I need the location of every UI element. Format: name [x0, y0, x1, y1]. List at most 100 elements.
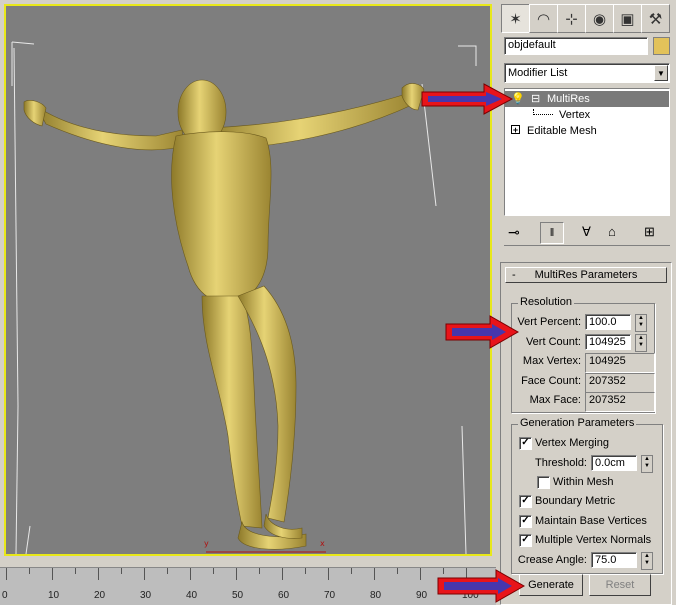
callout-arrow-resolution — [445, 315, 520, 349]
ruler-label: 20 — [94, 590, 106, 601]
time-ruler[interactable]: 0 10 20 30 40 50 60 70 80 90 100 — [0, 567, 496, 605]
modifier-list-label: Modifier List — [508, 67, 568, 79]
ruler-tick — [236, 568, 237, 580]
ruler-tick — [259, 568, 260, 574]
ruler-label: 90 — [416, 590, 428, 601]
within-mesh-checkbox[interactable] — [537, 476, 550, 489]
axis-y-label: y — [204, 539, 209, 548]
threshold-input[interactable]: 0.0cm — [591, 455, 637, 471]
command-panel: ✶ ◠ ⊹ ◉ ▣ ⚒ objdefault Modifier List ▼ 💡… — [498, 0, 676, 605]
ruler-tick — [98, 568, 99, 580]
vert-count-label: Vert Count: — [525, 336, 581, 348]
ruler-tick — [6, 568, 7, 580]
ruler-tick — [374, 568, 375, 580]
utilities-tab-icon[interactable]: ⚒ — [641, 4, 670, 33]
ruler-tick — [167, 568, 168, 574]
stack-item-label: Editable Mesh — [527, 125, 597, 137]
callout-arrow-stack — [421, 83, 514, 115]
modify-tab-icon[interactable]: ◠ — [529, 4, 558, 33]
vert-count-spinner[interactable]: ▲ ▼ — [635, 334, 647, 352]
within-mesh-label: Within Mesh — [553, 476, 614, 488]
vert-count-input[interactable]: 104925 — [585, 334, 631, 350]
multiple-normals-checkbox[interactable]: ✓ — [519, 534, 532, 547]
object-name-field[interactable]: objdefault — [504, 37, 648, 55]
ruler-label: 30 — [140, 590, 152, 601]
ruler-tick — [305, 568, 306, 574]
crease-angle-spinner[interactable]: ▲ ▼ — [641, 552, 653, 570]
ruler-label: 70 — [324, 590, 336, 601]
multiple-normals-label: Multiple Vertex Normals — [535, 534, 652, 546]
ruler-tick — [213, 568, 214, 574]
motion-tab-icon[interactable]: ◉ — [585, 4, 614, 33]
max-face-value: 207352 — [585, 392, 655, 412]
ruler-tick — [351, 568, 352, 574]
multires-rollout: - MultiRes Parameters Resolution Vert Pe… — [500, 262, 672, 605]
max-face-label: Max Face: — [529, 394, 581, 406]
ruler-tick — [420, 568, 421, 580]
ruler-tick — [328, 568, 329, 580]
vert-percent-input[interactable]: 100.0 — [585, 314, 631, 330]
crease-angle-label: Crease Angle: — [517, 554, 587, 566]
callout-arrow-generate — [437, 569, 526, 603]
boundary-metric-checkbox[interactable]: ✓ — [519, 495, 532, 508]
stack-item-label: Vertex — [559, 109, 591, 121]
reset-button[interactable]: Reset — [589, 574, 651, 596]
remove-modifier-icon[interactable]: ⌂ — [608, 224, 616, 239]
boundary-metric-label: Boundary Metric — [535, 495, 616, 507]
ruler-tick — [29, 568, 30, 574]
ruler-label: 40 — [186, 590, 198, 601]
face-count-value: 207352 — [585, 373, 655, 393]
axis-x-label: x — [320, 539, 325, 548]
crease-angle-input[interactable]: 75.0 — [591, 552, 637, 568]
ruler-tick — [52, 568, 53, 580]
rollout-collapse: - — [512, 269, 516, 281]
make-unique-icon[interactable]: ∀ — [582, 224, 591, 240]
hierarchy-tab-icon[interactable]: ⊹ — [557, 4, 586, 33]
maintain-base-label: Maintain Base Vertices — [535, 515, 647, 527]
viewport-scene: y x — [11, 41, 477, 554]
vert-percent-label: Vert Percent: — [517, 316, 581, 328]
ruler-tick — [397, 568, 398, 574]
ruler-label: 80 — [370, 590, 382, 601]
ruler-tick — [282, 568, 283, 580]
resolution-title: Resolution — [518, 296, 574, 308]
perspective-viewport[interactable]: y x — [4, 4, 492, 556]
stack-item-label: MultiRes — [547, 93, 590, 105]
stack-item-editable-mesh[interactable]: + Editable Mesh — [505, 123, 669, 139]
object-color-swatch[interactable] — [653, 37, 670, 55]
modifier-list-dropdown[interactable]: Modifier List ▼ — [504, 63, 670, 83]
vert-percent-spinner[interactable]: ▲ ▼ — [635, 314, 647, 332]
generate-button[interactable]: Generate — [519, 574, 583, 596]
stack-toolbar: ⊸ ‖ ∀ ⌂ ⊞ — [504, 222, 670, 246]
ruler-tick — [121, 568, 122, 574]
ruler-tick — [190, 568, 191, 580]
vertex-merging-checkbox[interactable]: ✓ — [519, 437, 532, 450]
rollout-header[interactable]: - MultiRes Parameters — [505, 267, 667, 283]
tree-connector — [533, 109, 553, 115]
modifier-stack[interactable]: 💡 ⊟ MultiRes Vertex + Editable Mesh — [504, 88, 670, 216]
expand-toggle[interactable]: + — [511, 125, 520, 135]
configure-sets-icon[interactable]: ⊞ — [644, 224, 655, 240]
show-end-result-icon[interactable]: ‖ — [540, 222, 564, 244]
pin-stack-icon[interactable]: ⊸ — [508, 224, 520, 241]
threshold-label: Threshold: — [535, 457, 587, 469]
vertex-merging-label: Vertex Merging — [535, 437, 609, 449]
threshold-spinner[interactable]: ▲ ▼ — [641, 455, 653, 473]
max-vertex-value: 104925 — [585, 353, 655, 373]
stack-item-multires[interactable]: 💡 ⊟ MultiRes — [505, 91, 669, 107]
stack-item-vertex[interactable]: Vertex — [505, 107, 669, 123]
create-tab-icon[interactable]: ✶ — [501, 4, 530, 33]
display-tab-icon[interactable]: ▣ — [613, 4, 642, 33]
chevron-down-icon[interactable]: ▼ — [654, 65, 668, 81]
ruler-label: 50 — [232, 590, 244, 601]
generation-title: Generation Parameters — [518, 417, 637, 429]
ruler-label: 10 — [48, 590, 60, 601]
human-model[interactable] — [23, 79, 425, 550]
ruler-label: 0 — [2, 590, 8, 601]
rollout-title: MultiRes Parameters — [534, 269, 638, 281]
ruler-tick — [144, 568, 145, 580]
maintain-base-checkbox[interactable]: ✓ — [519, 515, 532, 528]
ruler-tick — [75, 568, 76, 574]
collapse-toggle[interactable]: ⊟ — [531, 92, 540, 105]
ruler-label: 60 — [278, 590, 290, 601]
